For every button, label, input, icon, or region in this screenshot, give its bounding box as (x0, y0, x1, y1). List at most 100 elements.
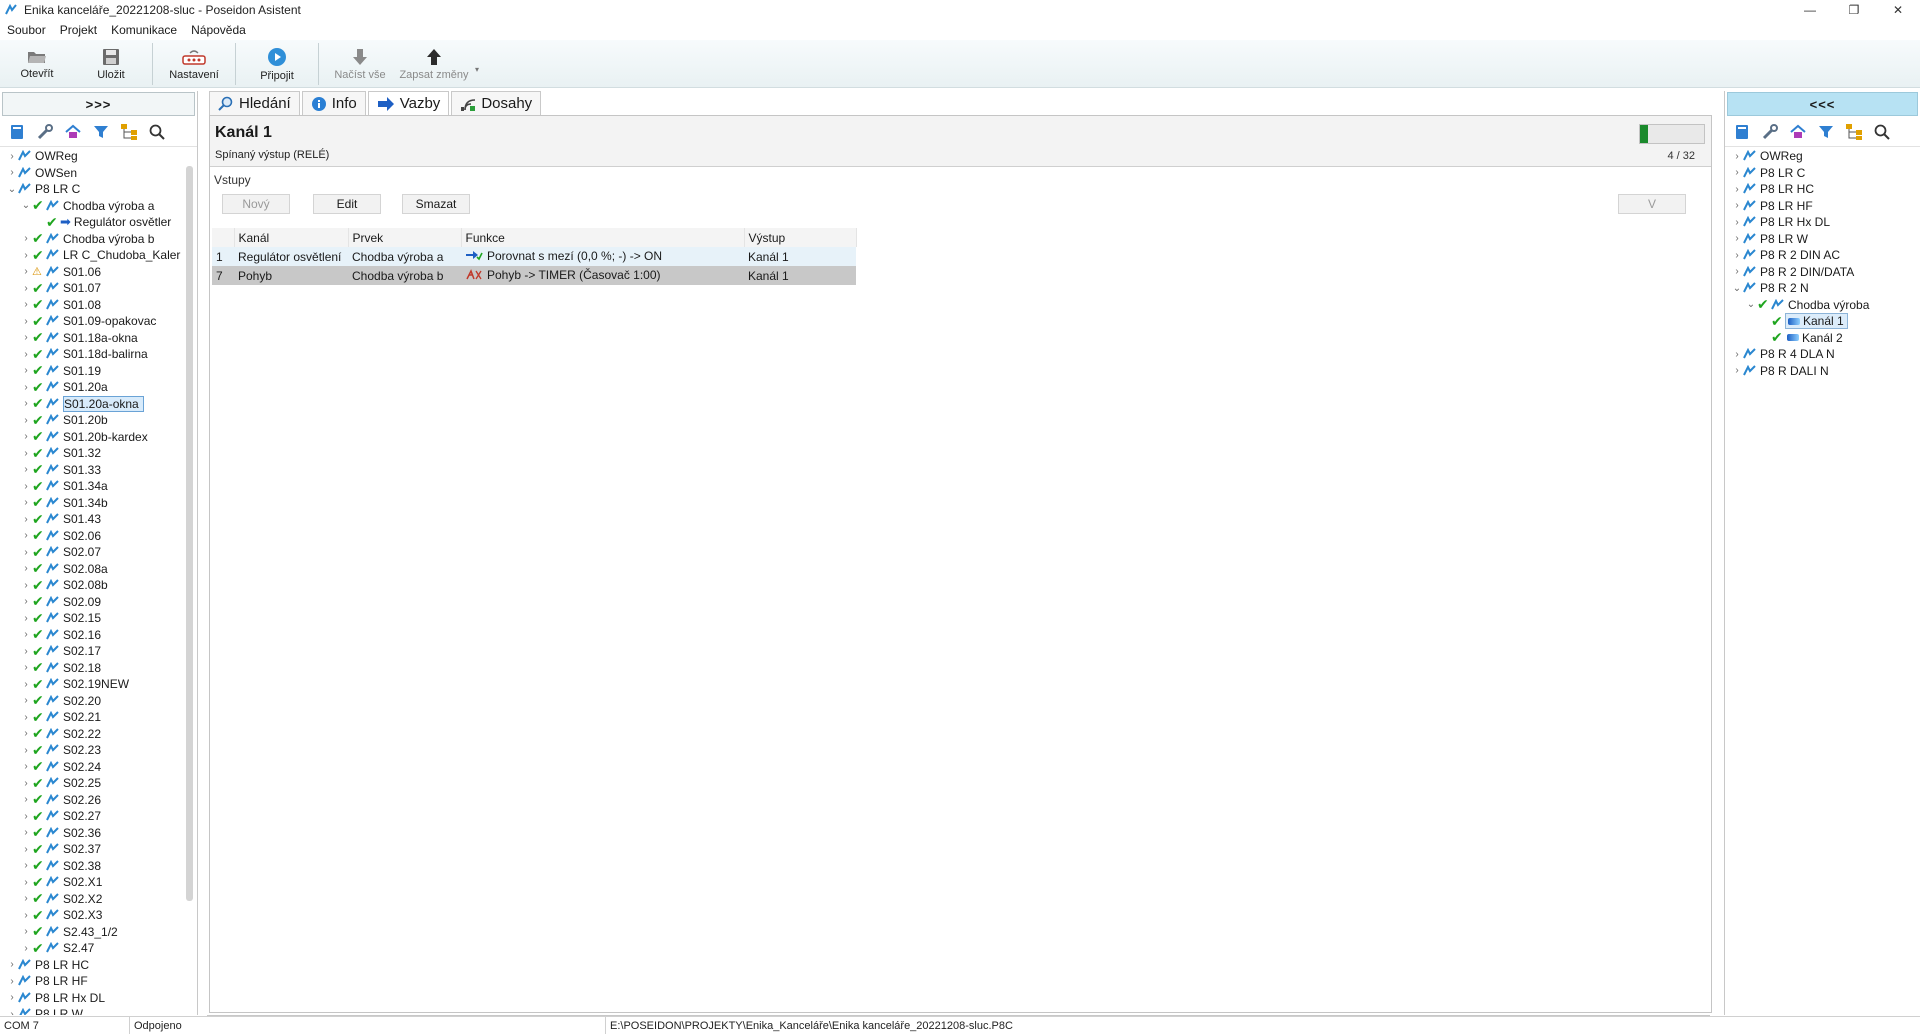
expand-icon[interactable]: › (20, 860, 32, 871)
expand-icon[interactable]: › (20, 910, 32, 921)
left-scrollbar[interactable] (186, 166, 193, 901)
tree-item[interactable]: › ✔ S02.16 (0, 626, 186, 644)
tree-item[interactable]: › P8 R 2 DIN/DATA (1725, 264, 1920, 281)
tree-item[interactable]: › ✔ S02.X3 (0, 907, 186, 924)
new-button[interactable]: Nový (222, 194, 290, 214)
info-book-icon[interactable] (6, 121, 28, 143)
tree-item[interactable]: › ✔ S01.19 (0, 362, 186, 380)
expand-icon[interactable]: › (1731, 349, 1743, 360)
tree-item[interactable]: › P8 LR W (1725, 231, 1920, 248)
tree-item[interactable]: › OWReg (0, 148, 186, 165)
expand-icon[interactable]: › (6, 151, 18, 162)
collapse-icon[interactable]: ⌄ (20, 200, 32, 211)
tree-item[interactable]: › ✔ S02.19NEW (0, 676, 186, 693)
expand-icon[interactable]: › (20, 662, 32, 673)
tab-hledani[interactable]: Hledání (209, 91, 300, 115)
collapse-icon[interactable]: ⌄ (6, 184, 18, 195)
tree-item[interactable]: › ✔ S02.07 (0, 544, 186, 561)
expand-icon[interactable]: › (1731, 217, 1743, 228)
expand-icon[interactable]: › (20, 431, 32, 442)
home-icon[interactable] (62, 121, 84, 143)
tree-item[interactable]: ⌄ P8 R 2 N (1725, 280, 1920, 297)
expand-icon[interactable]: › (20, 530, 32, 541)
expand-icon[interactable]: › (20, 778, 32, 789)
load-all-button[interactable]: Načíst vše (323, 40, 397, 88)
expand-icon[interactable]: › (20, 316, 32, 327)
tree-item[interactable]: › ✔ S2.47 (0, 940, 186, 957)
expand-icon[interactable]: › (20, 761, 32, 772)
table-row[interactable]: 1 Regulátor osvětlení Chodba výroba a Po… (212, 247, 856, 266)
wrench-icon[interactable] (1759, 121, 1781, 143)
expand-icon[interactable]: › (20, 514, 32, 525)
tree-item[interactable]: › ✔ S01.20a-okna (0, 395, 186, 413)
expand-icon[interactable]: › (20, 497, 32, 508)
column-header-kanal[interactable]: Kanál (234, 228, 349, 247)
tree-item[interactable]: › ⚠ S01.06 (0, 264, 186, 281)
expand-left-button[interactable]: >>> (2, 92, 195, 116)
delete-button[interactable]: Smazat (402, 194, 470, 214)
expand-icon[interactable]: › (20, 629, 32, 640)
tree-item[interactable]: ✔ ➡ Regulátor osvětler (0, 214, 186, 231)
tree-item[interactable]: › P8 LR HC (0, 957, 186, 974)
tree-item[interactable]: › ✔ S01.20a (0, 379, 186, 396)
expand-icon[interactable]: › (20, 580, 32, 591)
tree-item[interactable]: › ✔ LR C_Chudoba_Kaler (0, 247, 186, 264)
tree-item[interactable]: › ✔ S02.37 (0, 841, 186, 858)
collapse-icon[interactable]: ⌄ (1745, 299, 1757, 310)
tree-item[interactable]: › ✔ S02.X2 (0, 890, 186, 908)
tree-item[interactable]: › ✔ S01.08 (0, 296, 186, 314)
expand-icon[interactable]: › (20, 332, 32, 343)
tree-item[interactable]: › ✔ S02.09 (0, 593, 186, 611)
tree-item[interactable]: › ✔ S01.34a (0, 478, 186, 495)
tree-item[interactable]: › OWReg (1725, 148, 1920, 165)
tree-item[interactable]: › ✔ S02.36 (0, 824, 186, 842)
expand-icon[interactable]: › (20, 398, 32, 409)
table-row[interactable]: 7 Pohyb Chodba výroba b Pohyb -> TIMER (… (212, 266, 856, 285)
expand-icon[interactable]: › (1731, 184, 1743, 195)
tree-item-channel[interactable]: ✔ Kanál 2 (1725, 329, 1920, 347)
tree-item[interactable]: › P8 LR HC (1725, 181, 1920, 198)
tree-item[interactable]: › ✔ S01.18d-balirna (0, 346, 186, 363)
write-dropdown-icon[interactable]: ▾ (471, 40, 483, 88)
info-book-icon[interactable] (1731, 121, 1753, 143)
expand-icon[interactable]: › (20, 613, 32, 624)
expand-icon[interactable]: › (20, 745, 32, 756)
expand-icon[interactable]: › (20, 464, 32, 475)
expand-icon[interactable]: › (6, 167, 18, 178)
tree-item[interactable]: › ✔ S02.25 (0, 775, 186, 792)
expand-icon[interactable]: › (1731, 266, 1743, 277)
tree-item[interactable]: ⌄ ✔ Chodba výroba (1725, 296, 1920, 314)
tree-item[interactable]: › ✔ S02.27 (0, 808, 186, 825)
expand-icon[interactable]: › (1731, 167, 1743, 178)
expand-icon[interactable]: › (1731, 233, 1743, 244)
tree-item[interactable]: › ✔ S02.26 (0, 791, 186, 809)
tree-item[interactable]: › P8 R 4 DLA N (1725, 346, 1920, 363)
connect-button[interactable]: Připojit (240, 40, 314, 88)
tree-item[interactable]: › ✔ S01.33 (0, 461, 186, 479)
minimize-button[interactable]: — (1788, 0, 1832, 20)
expand-icon[interactable]: › (20, 415, 32, 426)
maximize-button[interactable]: ❐ (1832, 0, 1876, 20)
menu-napoveda[interactable]: Nápověda (184, 23, 253, 37)
hierarchy-icon[interactable] (118, 121, 140, 143)
expand-icon[interactable]: › (20, 349, 32, 360)
menu-soubor[interactable]: Soubor (0, 23, 53, 37)
tree-item[interactable]: › ✔ S01.07 (0, 280, 186, 297)
expand-icon[interactable]: › (6, 992, 18, 1003)
tree-item[interactable]: › ✔ Chodba výroba b (0, 230, 186, 248)
expand-icon[interactable]: › (20, 943, 32, 954)
expand-icon[interactable]: › (20, 794, 32, 805)
tab-info[interactable]: Info (301, 91, 366, 115)
tree-item[interactable]: › ✔ S02.08b (0, 577, 186, 594)
expand-icon[interactable]: › (20, 481, 32, 492)
tree-item[interactable]: › ✔ S01.20b-kardex (0, 428, 186, 446)
tree-item[interactable]: › P8 R DALI N (1725, 363, 1920, 380)
tree-item[interactable]: › ✔ S02.18 (0, 659, 186, 677)
tree-item[interactable]: › ✔ S01.18a-okna (0, 329, 186, 347)
settings-button[interactable]: Nastavení (157, 40, 231, 88)
column-header-funkce[interactable]: Funkce (461, 228, 745, 247)
tree-item[interactable]: › P8 R 2 DIN AC (1725, 247, 1920, 264)
expand-icon[interactable]: › (20, 728, 32, 739)
expand-icon[interactable]: › (20, 695, 32, 706)
expand-icon[interactable]: › (1731, 365, 1743, 376)
